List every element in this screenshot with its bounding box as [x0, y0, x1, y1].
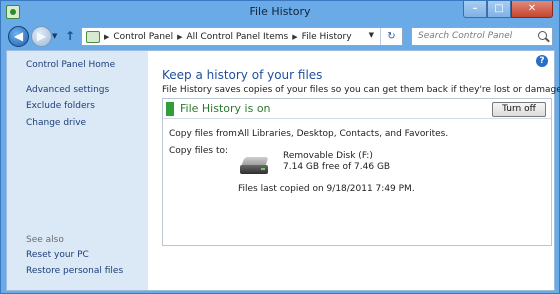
turn-off-button[interactable]: Turn off — [492, 102, 546, 117]
close-button[interactable]: ✕ — [511, 1, 553, 18]
status-indicator — [166, 102, 174, 116]
copy-from-value: All Libraries, Desktop, Contacts, and Fa… — [238, 129, 449, 139]
sidebar-link-control-panel-home[interactable]: Control Panel Home — [26, 60, 115, 70]
back-button[interactable]: ◀ — [8, 26, 29, 47]
see-also-heading: See also — [26, 235, 64, 245]
removable-disk-icon — [240, 157, 270, 175]
navigation-bar: ◀ ▶ ▼ ↑ ▶ Control Panel ▶ All Control Pa… — [1, 23, 559, 49]
breadcrumb-separator-icon[interactable]: ▶ — [177, 33, 182, 41]
sidebar-link-restore-files[interactable]: Restore personal files — [26, 266, 123, 276]
breadcrumb-control-panel[interactable]: Control Panel — [113, 32, 173, 42]
refresh-icon[interactable]: ↻ — [380, 28, 402, 45]
help-icon[interactable]: ? — [536, 55, 548, 67]
forward-button[interactable]: ▶ — [31, 26, 52, 47]
status-text: File History is on — [180, 102, 271, 115]
recent-locations-dropdown-icon[interactable]: ▼ — [52, 32, 57, 40]
page-description: File History saves copies of your files … — [162, 85, 560, 95]
file-history-status-panel: File History is on Turn off Copy files f… — [162, 98, 552, 246]
drive-space: 7.14 GB free of 7.46 GB — [283, 162, 391, 172]
breadcrumb-all-items[interactable]: All Control Panel Items — [186, 32, 288, 42]
search-placeholder: Search Control Panel — [418, 31, 513, 41]
status-header: File History is on Turn off — [163, 99, 551, 119]
maximize-button[interactable]: □ — [487, 1, 511, 18]
content-area: Control Panel Home Advanced settings Exc… — [6, 50, 560, 291]
title-bar[interactable]: File History – □ ✕ — [1, 1, 559, 23]
breadcrumb-separator-icon[interactable]: ▶ — [292, 33, 297, 41]
search-icon[interactable] — [538, 31, 547, 40]
sidebar: Control Panel Home Advanced settings Exc… — [7, 51, 148, 290]
drive-name: Removable Disk (F:) — [283, 151, 373, 161]
minimize-button[interactable]: – — [463, 1, 487, 18]
sidebar-link-change-drive[interactable]: Change drive — [26, 118, 86, 128]
file-history-window: File History – □ ✕ ◀ ▶ ▼ ↑ ▶ Control Pan… — [0, 0, 560, 294]
sidebar-link-exclude-folders[interactable]: Exclude folders — [26, 101, 95, 111]
copy-to-label: Copy files to: — [169, 146, 229, 156]
up-arrow-icon[interactable]: ↑ — [65, 29, 75, 43]
window-controls: – □ ✕ — [463, 1, 553, 19]
last-copied-text: Files last copied on 9/18/2011 7:49 PM. — [238, 184, 415, 194]
copy-from-label: Copy files from: — [169, 129, 240, 139]
control-panel-icon — [86, 30, 100, 43]
address-bar[interactable]: ▶ Control Panel ▶ All Control Panel Item… — [81, 27, 403, 46]
page-title: Keep a history of your files — [162, 68, 323, 82]
search-input[interactable]: Search Control Panel — [411, 27, 553, 46]
sidebar-link-reset-pc[interactable]: Reset your PC — [26, 250, 89, 260]
address-dropdown-icon[interactable]: ▼ — [369, 31, 374, 39]
sidebar-link-advanced-settings[interactable]: Advanced settings — [26, 85, 109, 95]
breadcrumb-file-history[interactable]: File History — [302, 32, 352, 42]
breadcrumb-separator-icon[interactable]: ▶ — [104, 33, 109, 41]
